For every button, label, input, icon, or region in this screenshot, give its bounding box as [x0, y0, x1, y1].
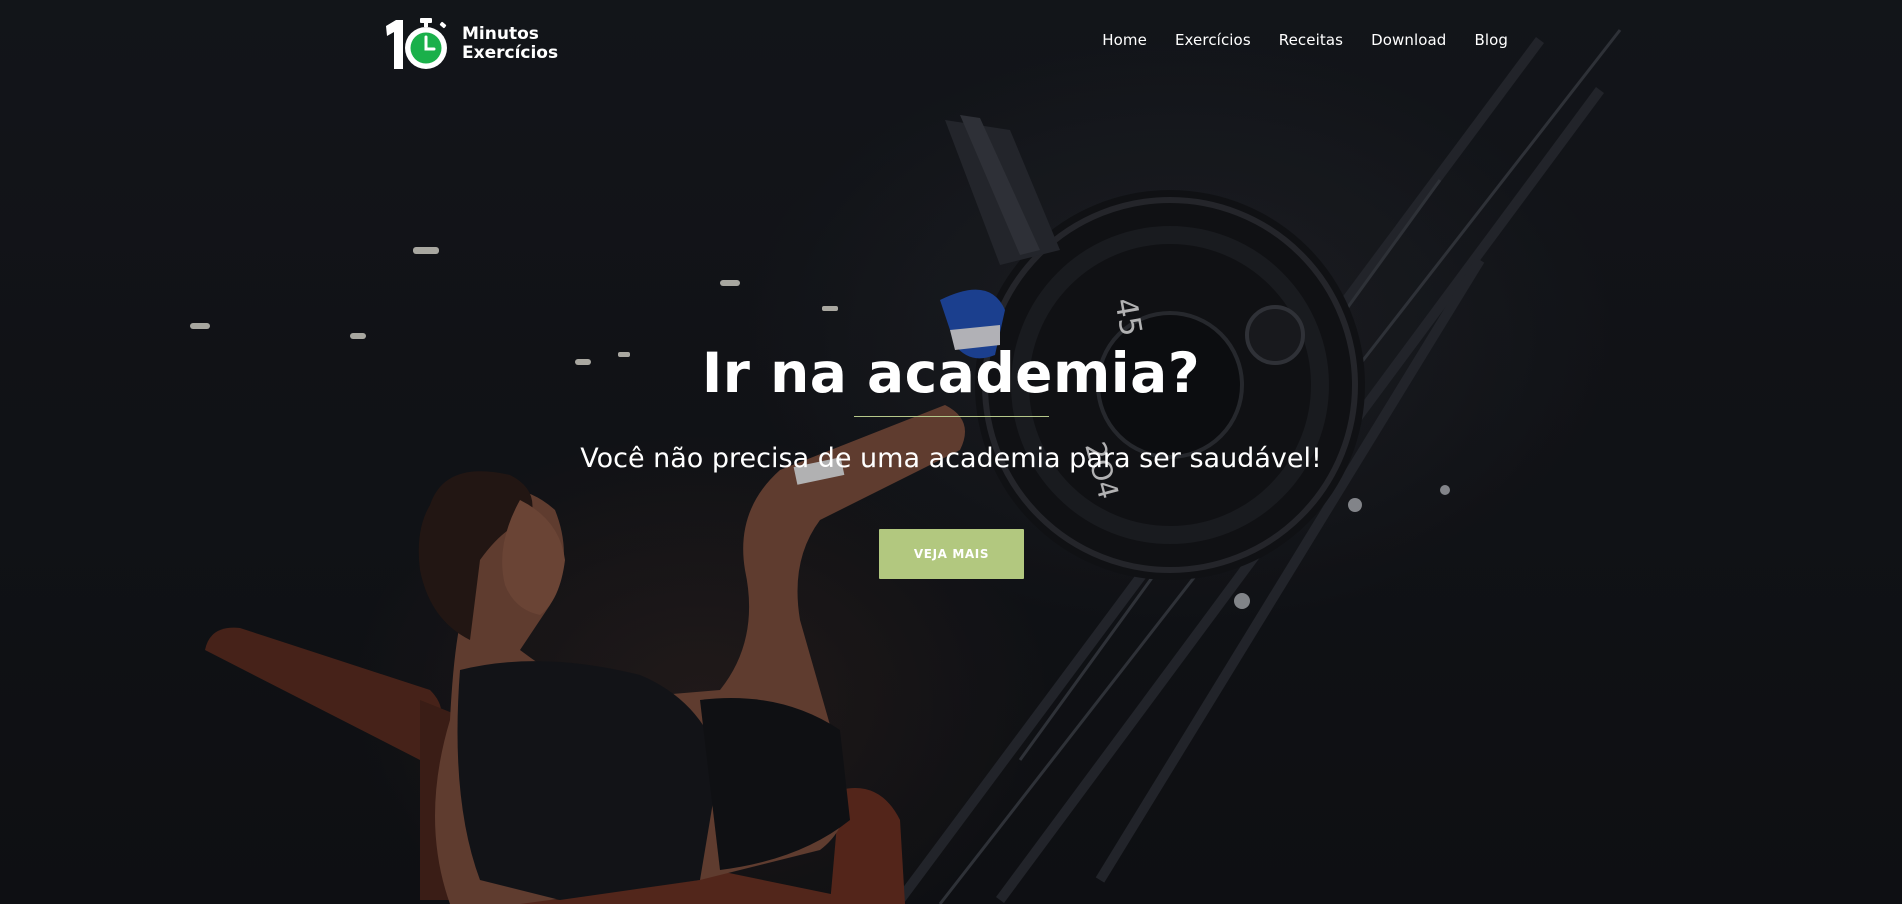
brand-name-line1: Minutos [462, 24, 539, 44]
brand-name: Minutos Exercícios [462, 25, 558, 63]
veja-mais-button[interactable]: VEJA MAIS [879, 529, 1024, 579]
main-nav: Home Exercícios Receitas Download Blog [1102, 31, 1508, 49]
nav-item-download[interactable]: Download [1371, 31, 1446, 49]
hero-section: Ir na academia? Você não precisa de uma … [0, 0, 1902, 904]
nav-item-exercicios[interactable]: Exercícios [1175, 31, 1251, 49]
landing-page: 45 2O4 Minutos Exercícios Home Exercício… [0, 0, 1902, 904]
site-header: Minutos Exercícios Home Exercícios Recei… [0, 0, 1902, 86]
hero-subtitle: Você não precisa de uma academia para se… [580, 443, 1322, 474]
brand-logo[interactable]: Minutos Exercícios [384, 18, 558, 70]
brand-name-line2: Exercícios [462, 43, 559, 63]
nav-item-blog[interactable]: Blog [1474, 31, 1508, 49]
stopwatch-logo-icon [384, 18, 460, 70]
nav-item-home[interactable]: Home [1102, 31, 1147, 49]
title-divider [854, 416, 1049, 417]
nav-item-receitas[interactable]: Receitas [1279, 31, 1343, 49]
hero-title: Ir na academia? [701, 341, 1201, 405]
